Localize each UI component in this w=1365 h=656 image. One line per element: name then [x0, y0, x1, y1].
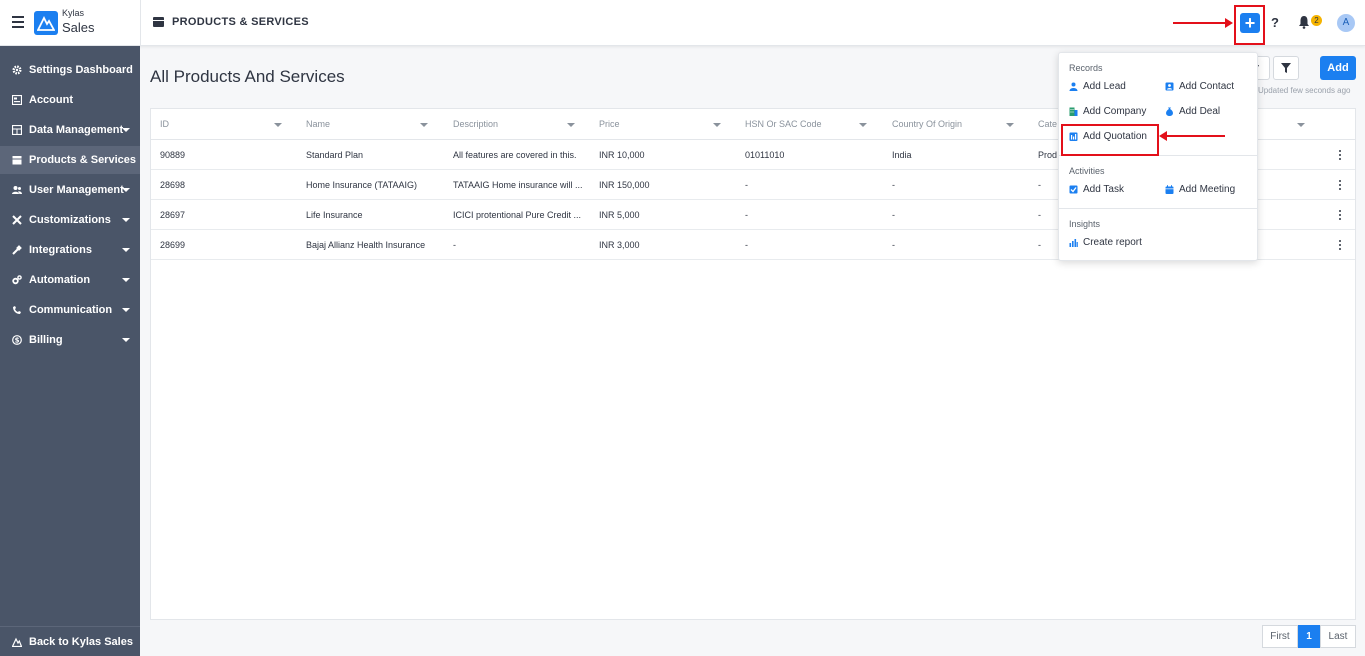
gear-icon [12, 65, 22, 75]
insights-section-label: Insights [1069, 219, 1101, 229]
chevron-down-icon[interactable] [1006, 123, 1014, 127]
checkbox-icon [1069, 185, 1078, 194]
activities-section-label: Activities [1069, 166, 1105, 176]
column-header-price[interactable]: Price [590, 109, 736, 139]
back-label: Back to Kylas Sales [29, 636, 133, 648]
chevron-down-icon[interactable] [713, 123, 721, 127]
sidebar-item-label: Account [29, 94, 73, 106]
page-title: All Products And Services [150, 67, 345, 86]
sidebar-item-customizations[interactable]: Customizations [0, 206, 140, 234]
add-product-button[interactable]: Add [1320, 56, 1356, 80]
sidebar-item-settings-dashboard[interactable]: Settings Dashboard [0, 56, 140, 84]
sidebar-item-label: Products & Services [29, 154, 136, 166]
sidebar-item-label: Billing [29, 334, 63, 346]
dollar-icon: $ [12, 335, 22, 345]
dropdown-divider [1059, 208, 1257, 209]
back-to-kylas-sales-link[interactable]: Back to Kylas Sales [0, 626, 140, 656]
arrow-to-add-quotation-icon [1159, 131, 1225, 141]
sidebar-item-billing[interactable]: $ Billing [0, 326, 140, 354]
column-header-name[interactable]: Name [297, 109, 444, 139]
bell-icon[interactable] [1298, 15, 1310, 29]
contact-card-icon [1165, 82, 1174, 91]
column-header-id[interactable]: ID [151, 109, 297, 139]
sidebar-item-communication[interactable]: Communication [0, 296, 140, 324]
chevron-down-icon[interactable] [1297, 123, 1305, 127]
account-icon [12, 95, 22, 105]
chevron-down-icon[interactable] [420, 123, 428, 127]
sidebar-item-label: Integrations [29, 244, 92, 256]
sidebar-item-label: User Management [29, 184, 124, 196]
sidebar-item-automation[interactable]: Automation [0, 266, 140, 294]
box-icon [153, 17, 164, 27]
avatar[interactable]: A [1337, 14, 1355, 32]
sidebar-item-label: Customizations [29, 214, 111, 226]
column-header-country-of-origin[interactable]: Country Of Origin [883, 109, 1029, 139]
calendar-icon [1165, 185, 1174, 194]
arrow-to-quick-add-icon [1173, 18, 1233, 28]
more-vertical-icon[interactable] [1338, 240, 1342, 252]
money-bag-icon [1166, 107, 1173, 116]
hamburger-menu-icon[interactable] [12, 16, 24, 28]
chevron-down-icon [122, 248, 130, 252]
plug-icon [12, 245, 22, 255]
sidebar-item-user-management[interactable]: User Management [0, 176, 140, 204]
cogs-icon [12, 275, 22, 285]
help-icon[interactable]: ? [1271, 15, 1279, 30]
sidebar-item-label: Automation [29, 274, 91, 286]
sidebar-item-account[interactable]: Account [0, 86, 140, 114]
box-icon [12, 156, 22, 165]
pagination-first[interactable]: First [1262, 625, 1298, 648]
tools-icon [12, 215, 22, 225]
kylas-logo-icon [12, 637, 22, 647]
quick-add-dropdown: Records Add Lead Add Contact Add Company… [1058, 52, 1258, 261]
quick-add-highlight-box [1234, 5, 1265, 45]
chevron-down-icon [122, 278, 130, 282]
chevron-down-icon [122, 218, 130, 222]
sidebar: Settings Dashboard Account Data Manageme… [0, 46, 140, 656]
user-icon [1069, 82, 1078, 91]
top-header: Kylas Sales PRODUCTS & SERVICES + ? 2 A [0, 0, 1365, 46]
svg-text:$: $ [15, 337, 20, 345]
pagination-page-1[interactable]: 1 [1298, 625, 1320, 648]
chevron-down-icon [122, 338, 130, 342]
brand-bottom: Sales [62, 20, 95, 35]
kylas-logo-icon[interactable] [34, 11, 58, 35]
filter-icon [1281, 63, 1291, 73]
notification-badge: 2 [1311, 15, 1322, 26]
brand-top: Kylas [62, 8, 85, 18]
filter-button[interactable] [1273, 56, 1299, 80]
chevron-down-icon[interactable] [274, 123, 282, 127]
last-updated-text: Updated few seconds ago [1258, 86, 1351, 95]
sidebar-item-products-services[interactable]: Products & Services [0, 146, 140, 174]
phone-icon [13, 306, 21, 314]
more-vertical-icon[interactable] [1338, 210, 1342, 222]
chevron-down-icon[interactable] [859, 123, 867, 127]
building-icon [1069, 107, 1078, 116]
sidebar-item-integrations[interactable]: Integrations [0, 236, 140, 264]
pagination-last[interactable]: Last [1320, 625, 1356, 648]
chevron-down-icon [122, 188, 130, 192]
chevron-down-icon [122, 128, 130, 132]
add-quotation-highlight-box [1061, 124, 1159, 156]
sidebar-item-data-management[interactable]: Data Management [0, 116, 140, 144]
column-header-description[interactable]: Description [444, 109, 590, 139]
bar-chart-icon [1069, 239, 1078, 247]
sidebar-item-label: Data Management [29, 124, 124, 136]
more-vertical-icon[interactable] [1338, 150, 1342, 162]
sidebar-item-label: Communication [29, 304, 113, 316]
table-icon [12, 125, 22, 135]
chevron-down-icon [122, 308, 130, 312]
more-vertical-icon[interactable] [1338, 180, 1342, 192]
sidebar-item-label: Settings Dashboard [29, 64, 133, 76]
users-icon [12, 186, 22, 194]
brand-name: Kylas Sales [62, 8, 95, 35]
column-header-hsn-sac-code[interactable]: HSN Or SAC Code [736, 109, 883, 139]
header-divider [140, 0, 141, 46]
page-heading: PRODUCTS & SERVICES [172, 16, 309, 28]
records-section-label: Records [1069, 63, 1103, 73]
chevron-down-icon[interactable] [567, 123, 575, 127]
